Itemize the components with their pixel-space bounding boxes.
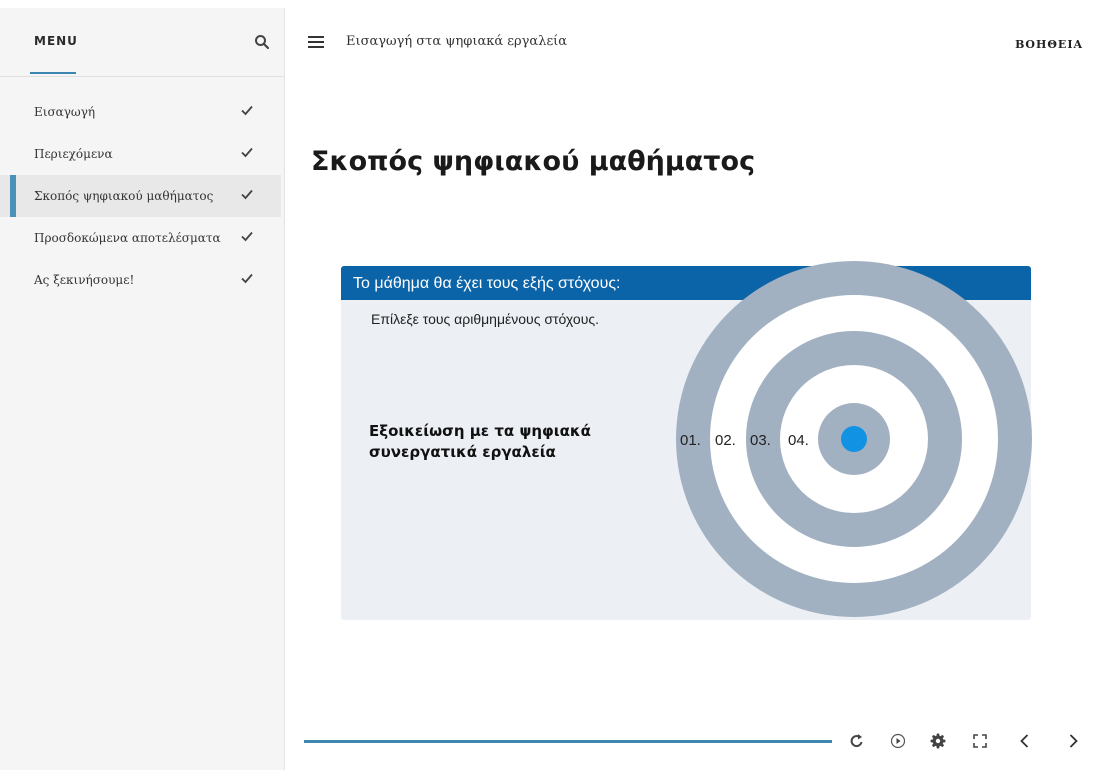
- target-graphic: 01. 02. 03. 04.: [674, 259, 1034, 619]
- check-icon: [240, 187, 254, 201]
- sidebar-item-label: Προσδοκώμενα αποτελέσματα: [34, 231, 221, 245]
- active-indicator: [10, 175, 16, 217]
- menu-tab-underline: [30, 72, 76, 74]
- target-number-02[interactable]: 02.: [715, 432, 736, 449]
- target-number-01[interactable]: 01.: [680, 432, 701, 449]
- sidebar-header: MENU: [0, 8, 285, 74]
- target-bullseye[interactable]: [841, 426, 867, 452]
- sidebar-item-label: Σκοπός ψηφιακού μαθήματος: [34, 189, 214, 203]
- sidebar-item-label: Περιεχόμενα: [34, 147, 113, 161]
- goal-description-line: συνεργατικά εργαλεία: [369, 443, 556, 461]
- fullscreen-icon[interactable]: [971, 732, 989, 750]
- card-header-text: Το μάθημα θα έχει τους εξής στόχους:: [353, 275, 621, 292]
- goal-description: Εξοικείωση με τα ψηφιακά συνεργατικά εργ…: [369, 421, 669, 463]
- sidebar-item-label: Ας ξεκινήσουμε!: [34, 273, 135, 287]
- top-bar: Εισαγωγή στα ψηφιακά εργαλεία ΒΟΗΘΕΙΑ: [286, 8, 1109, 74]
- hamburger-icon[interactable]: [308, 36, 324, 48]
- settings-icon[interactable]: [929, 732, 947, 750]
- check-icon: [240, 145, 254, 159]
- page-title: Σκοπός ψηφιακού μαθήματος: [311, 146, 756, 177]
- sidebar: MENU Εισαγωγή Περιεχόμενα Σκοπός ψηφιακο…: [0, 8, 285, 770]
- check-icon: [240, 229, 254, 243]
- app-window: MENU Εισαγωγή Περιεχόμενα Σκοπός ψηφιακο…: [0, 0, 1109, 770]
- check-icon: [240, 103, 254, 117]
- sidebar-item-introduction[interactable]: Εισαγωγή: [0, 91, 281, 133]
- target-number-04[interactable]: 04.: [788, 432, 809, 449]
- previous-icon[interactable]: [1016, 732, 1034, 750]
- sidebar-item-lets-start[interactable]: Ας ξεκινήσουμε!: [0, 259, 281, 301]
- progress-fill: [304, 740, 832, 743]
- course-title: Εισαγωγή στα ψηφιακά εργαλεία: [346, 34, 568, 49]
- sidebar-divider: [0, 76, 285, 77]
- check-icon: [240, 271, 254, 285]
- sidebar-item-course-purpose[interactable]: Σκοπός ψηφιακού μαθήματος: [0, 175, 281, 217]
- sidebar-item-label: Εισαγωγή: [34, 105, 96, 119]
- goal-description-line: Εξοικείωση με τα ψηφιακά: [369, 422, 591, 440]
- next-icon[interactable]: [1064, 732, 1082, 750]
- sidebar-item-expected-results[interactable]: Προσδοκώμενα αποτελέσματα: [0, 217, 281, 259]
- replay-icon[interactable]: [848, 732, 866, 750]
- card-instruction: Επίλεξε τους αριθμημένους στόχους.: [371, 311, 599, 327]
- sidebar-item-contents[interactable]: Περιεχόμενα: [0, 133, 281, 175]
- menu-tab[interactable]: MENU: [30, 8, 78, 74]
- target-number-03[interactable]: 03.: [750, 432, 771, 449]
- help-button[interactable]: ΒΟΗΘΕΙΑ: [1015, 38, 1083, 51]
- play-icon[interactable]: [889, 732, 907, 750]
- progress-bar[interactable]: [304, 740, 832, 743]
- search-icon[interactable]: [254, 34, 270, 50]
- menu-label: MENU: [34, 34, 78, 48]
